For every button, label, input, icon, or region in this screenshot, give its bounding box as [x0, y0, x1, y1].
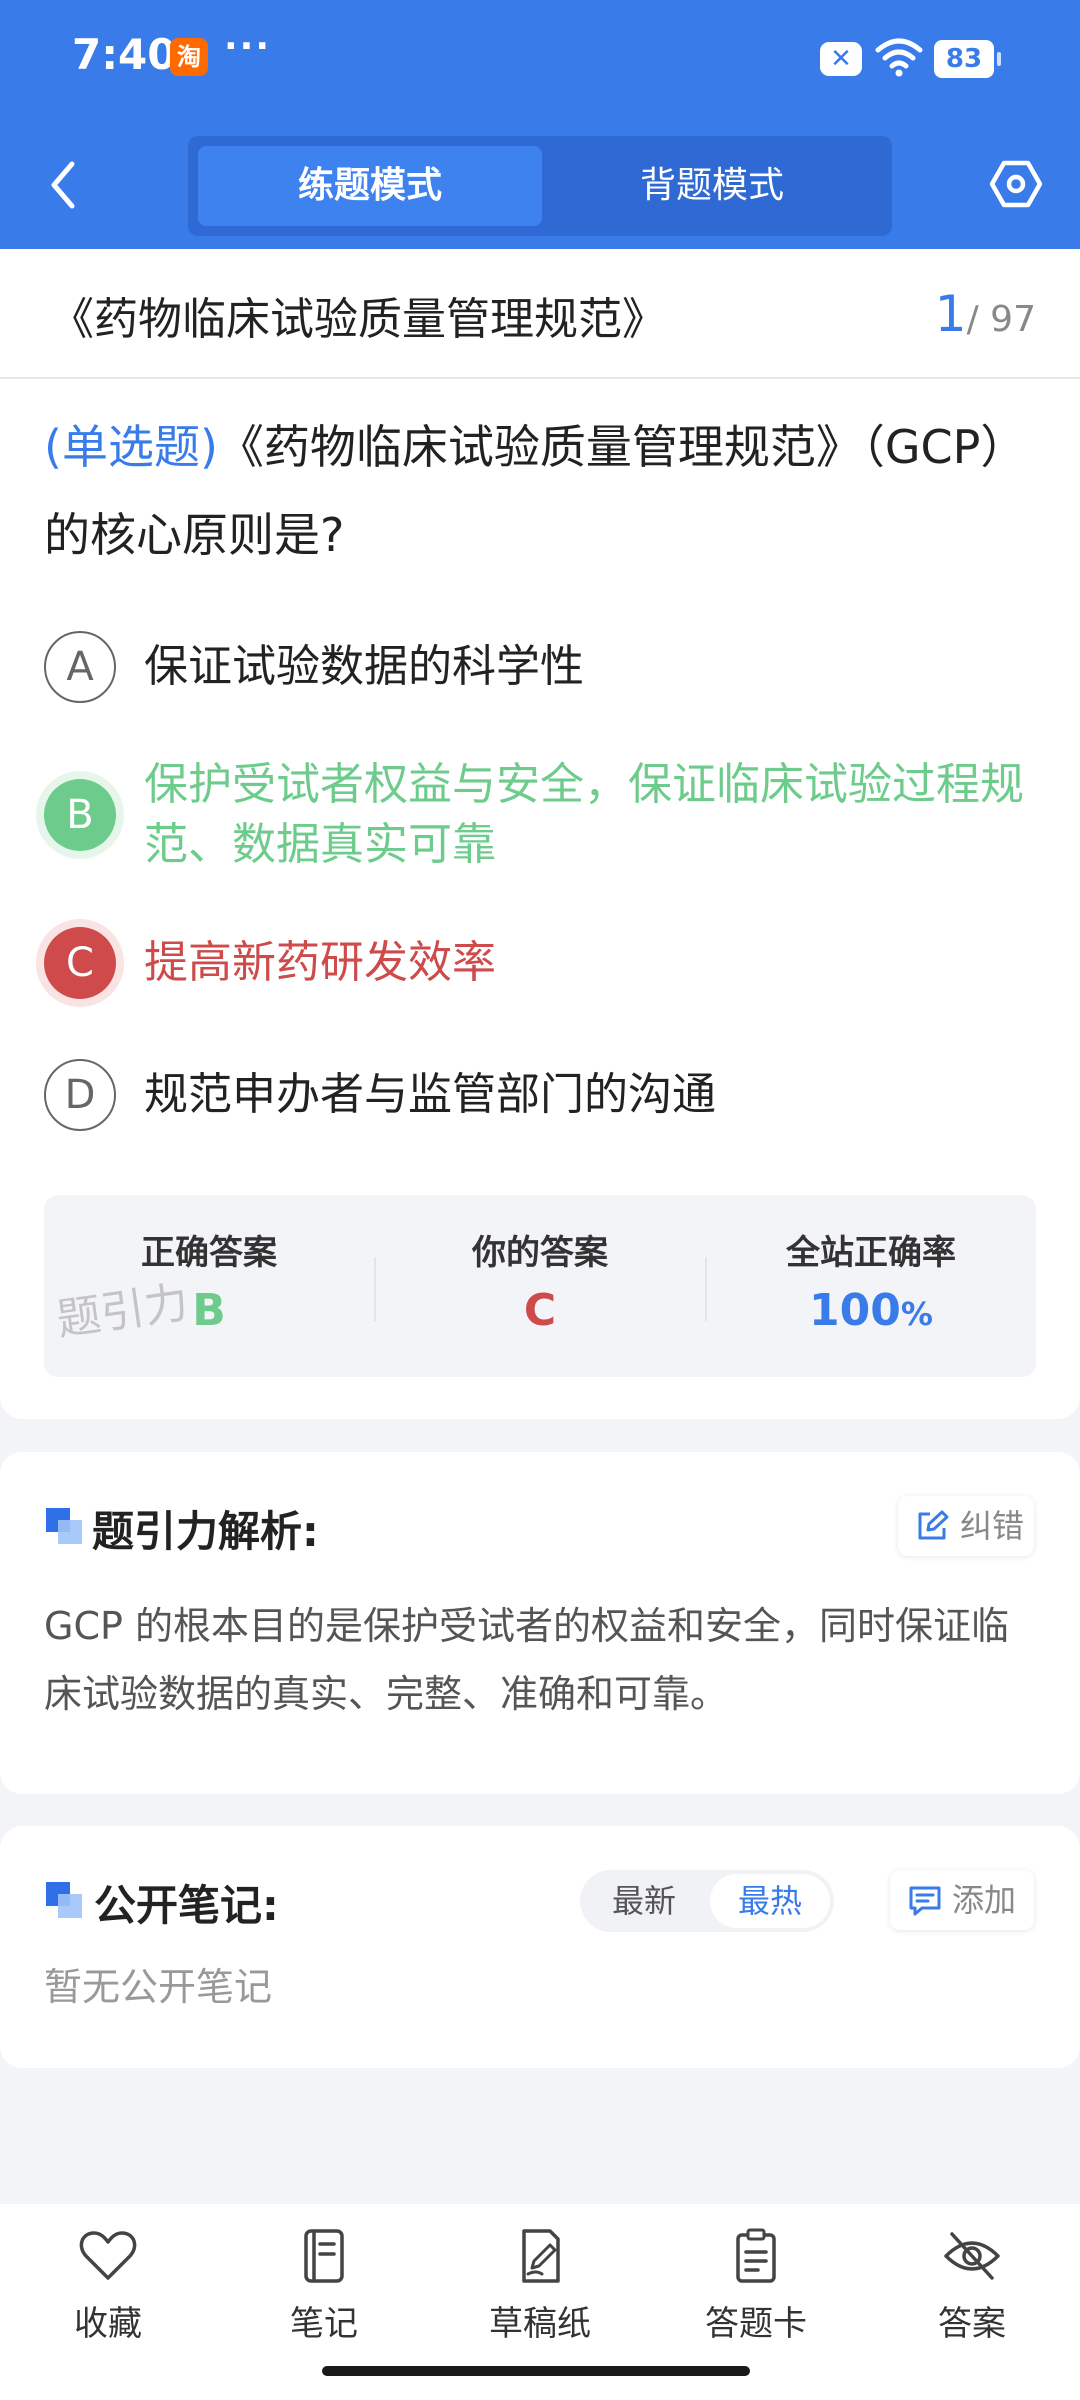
option-a-text: 保证试验数据的科学性 — [144, 641, 584, 692]
option-b-text: 保护受试者权益与安全，保证临床试验过程规范、数据真实可靠 — [144, 759, 1024, 870]
your-answer-value: C — [523, 1285, 557, 1336]
analysis-card: 题引力解析: 纠错 GCP 的根本目的是保护受试者的权益和安全，同时保证临床试验… — [0, 1452, 1080, 1794]
accuracy-label: 全站正确率 — [786, 1233, 956, 1273]
status-time: 7:40 — [72, 30, 177, 79]
question-stem: (单选题)《药物临床试验质量管理规范》（GCP）的核心原则是? — [44, 403, 1044, 579]
option-a-letter: A — [44, 631, 116, 703]
draft-paper-icon — [522, 2229, 560, 2283]
draft-paper-label: 草稿纸 — [489, 2304, 591, 2344]
notes-button[interactable]: 笔记 — [244, 2228, 404, 2358]
heart-icon — [79, 2231, 137, 2280]
status-bar: 7:40 淘 ··· ✕ 83 — [0, 0, 1080, 118]
option-d-text: 规范申办者与监管部门的沟通 — [144, 1069, 716, 1120]
accuracy-unit: % — [900, 1295, 933, 1333]
notes-title: 公开笔记: — [94, 1881, 279, 1930]
accuracy-number: 100 — [809, 1285, 901, 1336]
analysis-text: GCP 的根本目的是保护受试者的权益和安全，同时保证临床试验数据的真实、完整、准… — [44, 1604, 1009, 1716]
current-question-number: 1 — [934, 285, 967, 343]
add-note-label: 添加 — [952, 1881, 1017, 1919]
mode-switch: 练题模式 背题模式 — [188, 136, 892, 236]
favorite-label: 收藏 — [74, 2304, 142, 2344]
draft-paper-button[interactable]: 草稿纸 — [460, 2228, 620, 2358]
battery-indicator: 83 — [934, 40, 1001, 78]
wifi-icon — [875, 38, 923, 77]
option-a[interactable]: A 保证试验数据的科学性 — [44, 627, 1044, 707]
exam-title: 《药物临床试验质量管理规范》 — [50, 294, 666, 345]
question-card: (单选题)《药物临床试验质量管理规范》（GCP）的核心原则是? A 保证试验数据… — [0, 379, 1080, 1419]
your-answer-label: 你的答案 — [472, 1233, 608, 1273]
empty-notes-text: 暂无公开笔记 — [44, 1965, 273, 2009]
option-c-letter: C — [44, 927, 116, 999]
notes-sort-toggle: 最新 最热 — [580, 1870, 834, 1932]
question-type: (单选题) — [44, 420, 218, 474]
answer-sheet-icon — [736, 2228, 776, 2283]
your-answer-stat: 你的答案 C — [375, 1195, 705, 1377]
option-c[interactable]: C 提高新药研发效率 — [44, 927, 1044, 1007]
answer-sheet-label: 答题卡 — [705, 2304, 807, 2344]
option-b[interactable]: B 保护受试者权益与安全，保证临床试验过程规范、数据真实可靠 — [44, 755, 1044, 875]
report-error-button[interactable]: 纠错 — [898, 1496, 1034, 1556]
exam-title-bar: 《药物临床试验质量管理规范》 1/ 97 — [0, 249, 1080, 379]
accuracy-stat: 全站正确率 100% — [706, 1195, 1036, 1377]
analysis-section-icon — [46, 1508, 82, 1544]
notes-label: 笔记 — [290, 2304, 358, 2344]
report-error-label: 纠错 — [960, 1507, 1025, 1545]
back-arrow-icon[interactable] — [44, 158, 84, 212]
app-header: 7:40 淘 ··· ✕ 83 练题模式 背题模式 — [0, 0, 1080, 249]
show-answer-button[interactable]: 答案 — [892, 2228, 1052, 2358]
home-indicator[interactable] — [322, 2366, 750, 2376]
add-note-button[interactable]: 添加 — [890, 1870, 1034, 1930]
tab-practice-mode[interactable]: 练题模式 — [198, 146, 542, 226]
option-d[interactable]: D 规范申办者与监管部门的沟通 — [44, 1055, 1044, 1135]
close-notification-icon: ✕ — [820, 42, 862, 76]
answer-stats: 正确答案 B 你的答案 C 全站正确率 100% 题引力 — [44, 1195, 1036, 1377]
edit-icon — [918, 1510, 949, 1540]
analysis-title: 题引力解析: — [92, 1507, 319, 1556]
public-notes-card: 公开笔记: 最新 最热 添加 暂无公开笔记 — [0, 1826, 1080, 2068]
notes-section-icon — [46, 1882, 82, 1918]
correct-answer-label: 正确答案 — [141, 1233, 277, 1273]
question-counter: 1/ 97 — [935, 285, 1036, 343]
sort-hottest[interactable]: 最热 — [710, 1874, 830, 1928]
option-c-text: 提高新药研发效率 — [144, 937, 496, 988]
eye-off-icon — [944, 2232, 1000, 2280]
accuracy-value: 100% — [706, 1285, 1036, 1336]
favorite-button[interactable]: 收藏 — [28, 2228, 188, 2358]
option-b-letter: B — [44, 779, 116, 851]
more-notifications-icon: ··· — [224, 26, 272, 67]
taobao-app-icon: 淘 — [170, 38, 208, 76]
total-questions: / 97 — [966, 299, 1036, 340]
sort-latest[interactable]: 最新 — [584, 1874, 704, 1928]
show-answer-label: 答案 — [938, 2304, 1006, 2344]
answer-sheet-button[interactable]: 答题卡 — [676, 2228, 836, 2358]
comment-icon — [909, 1886, 941, 1916]
option-d-letter: D — [44, 1059, 116, 1131]
settings-hexagon-icon[interactable] — [990, 158, 1042, 210]
tab-review-mode[interactable]: 背题模式 — [540, 146, 884, 226]
notebook-icon — [304, 2229, 344, 2283]
